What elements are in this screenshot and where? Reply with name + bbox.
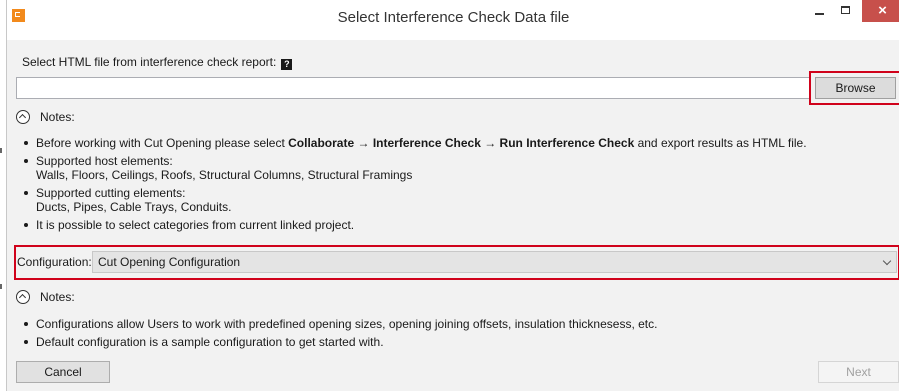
- chevron-down-icon: [882, 256, 892, 266]
- list-item: It is possible to select categories from…: [21, 218, 807, 232]
- note-text: and export results as HTML file.: [634, 136, 807, 150]
- note-text: It is possible to select categories from…: [36, 218, 355, 232]
- maximize-icon[interactable]: [835, 0, 857, 22]
- help-icon[interactable]: ?: [281, 59, 293, 70]
- notes-label: Notes:: [40, 110, 75, 124]
- note-text: Configurations allow Users to work with …: [36, 317, 658, 331]
- title-bar: Select Interference Check Data file ×: [7, 0, 899, 40]
- notes-header[interactable]: Notes:: [16, 108, 75, 126]
- cancel-button[interactable]: Cancel: [16, 361, 110, 383]
- collapse-chevron-icon[interactable]: [16, 110, 30, 124]
- configuration-label: Configuration:: [17, 255, 92, 269]
- file-select-text: Select HTML file from interference check…: [22, 55, 277, 69]
- file-select-label: Select HTML file from interference check…: [22, 55, 293, 70]
- list-item: Default configuration is a sample config…: [21, 335, 657, 349]
- note-detail: Walls, Floors, Ceilings, Roofs, Structur…: [36, 168, 413, 182]
- list-item: Supported cutting elements: Ducts, Pipes…: [21, 186, 807, 214]
- list-item: Configurations allow Users to work with …: [21, 317, 657, 331]
- note-text: Supported cutting elements:: [36, 186, 186, 200]
- menu-path: Collaborate → Interference Check → Run I…: [288, 136, 635, 150]
- list-item: Before working with Cut Opening please s…: [21, 136, 807, 150]
- notes-header[interactable]: Notes:: [16, 288, 75, 306]
- html-file-path-input[interactable]: [16, 77, 811, 99]
- collapse-chevron-icon[interactable]: [16, 290, 30, 304]
- configuration-dropdown[interactable]: Cut Opening Configuration: [92, 251, 897, 273]
- edge-mark: [0, 148, 2, 153]
- minimize-icon[interactable]: [809, 0, 831, 22]
- dialog-window: Select Interference Check Data file × Se…: [6, 0, 899, 391]
- next-button[interactable]: Next: [818, 361, 899, 383]
- note-detail: Ducts, Pipes, Cable Trays, Conduits.: [36, 200, 232, 214]
- notes-list: Before working with Cut Opening please s…: [21, 136, 807, 236]
- configuration-selected-value: Cut Opening Configuration: [98, 255, 241, 269]
- note-text: Before working with Cut Opening please s…: [36, 136, 289, 150]
- edge-mark: [0, 284, 2, 289]
- note-text: Supported host elements:: [36, 154, 173, 168]
- notes-label: Notes:: [40, 290, 75, 304]
- close-button[interactable]: ×: [862, 0, 899, 22]
- window-title: Select Interference Check Data file: [337, 9, 570, 26]
- list-item: Supported host elements: Walls, Floors, …: [21, 154, 807, 182]
- browse-button[interactable]: Browse: [815, 77, 896, 99]
- note-text: Default configuration is a sample config…: [36, 335, 384, 349]
- config-notes-list: Configurations allow Users to work with …: [21, 317, 657, 353]
